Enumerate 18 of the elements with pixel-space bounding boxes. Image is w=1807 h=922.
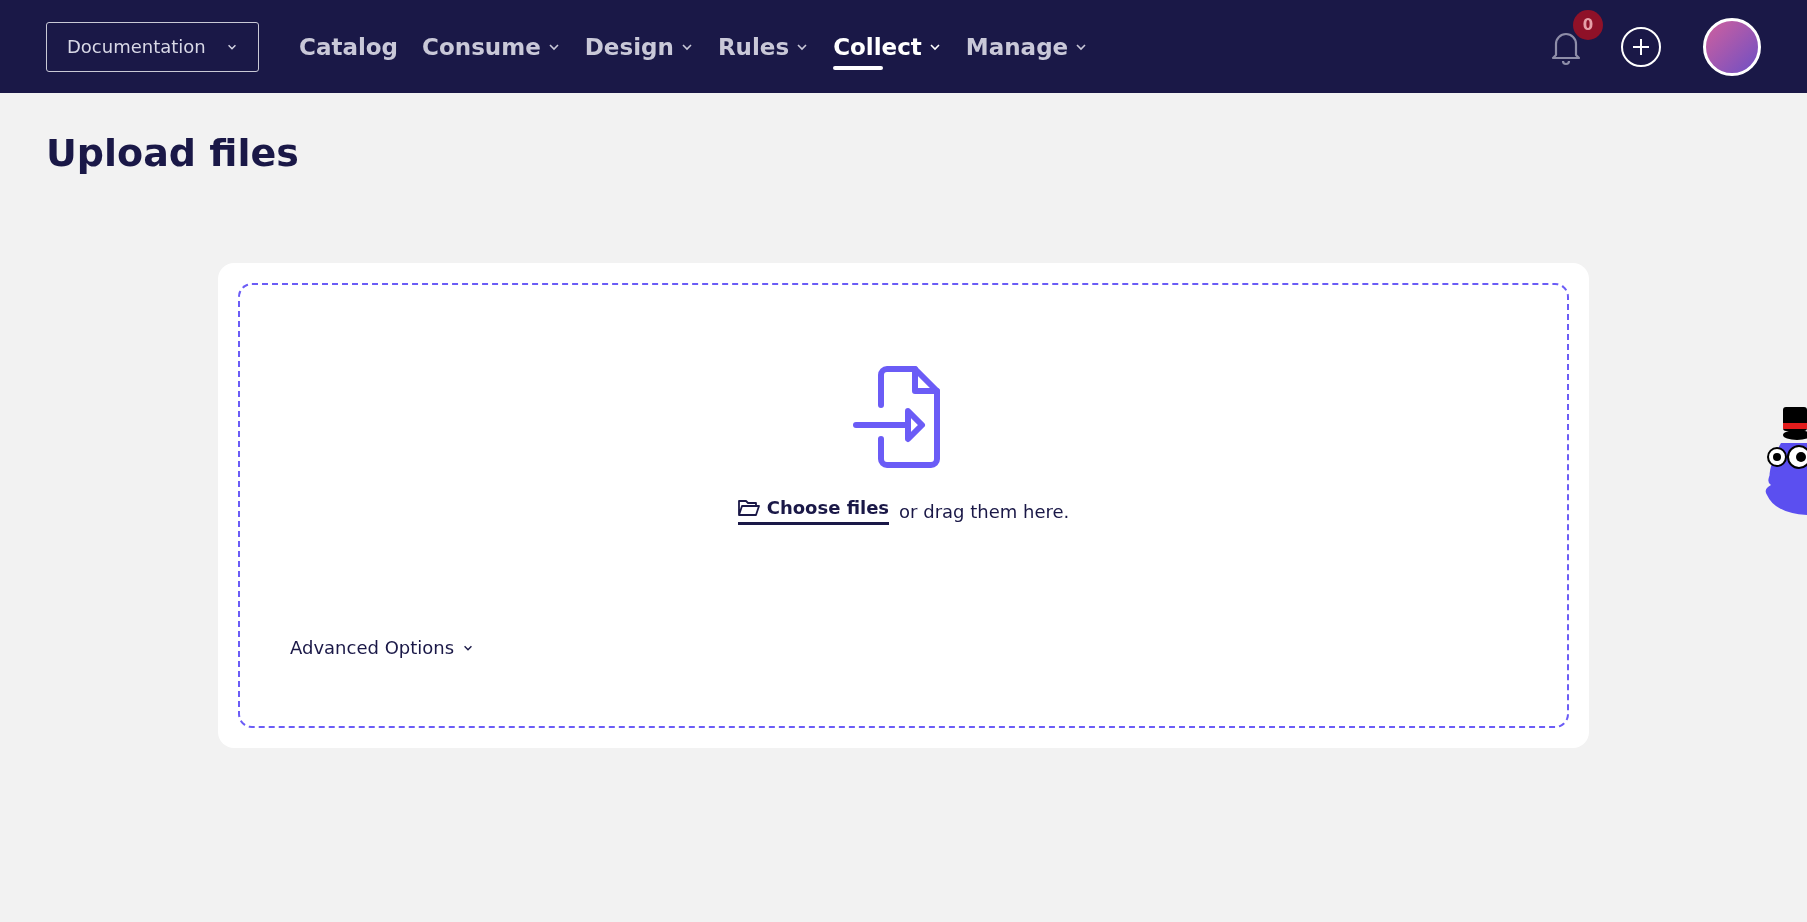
drop-zone[interactable]: Choose files or drag them here. Advanced Options [238,283,1569,728]
nav-item[interactable]: Rules [717,23,810,70]
nav-item[interactable]: Catalog [299,23,399,70]
page-title: Upload files [45,130,300,177]
plus-icon [1631,36,1651,57]
notification-count-badge: 0 [1573,9,1603,40]
nav-item[interactable]: Consume [422,23,561,70]
mascot-drawing[interactable] [1765,405,1807,515]
user-avatar[interactable] [1703,17,1761,76]
nav-item[interactable]: Design [584,23,694,70]
workspace-select[interactable]: Documentation [46,21,259,72]
folder-icon [737,498,760,517]
choose-files-link[interactable]: Choose files [737,497,890,525]
drag-hint-text: or drag them here. [899,500,1070,522]
nav-item[interactable]: Manage [965,23,1089,70]
add-button[interactable] [1621,26,1661,67]
advanced-options-toggle[interactable]: Advanced Options [290,637,475,658]
nav-item[interactable]: Collect [833,23,942,70]
